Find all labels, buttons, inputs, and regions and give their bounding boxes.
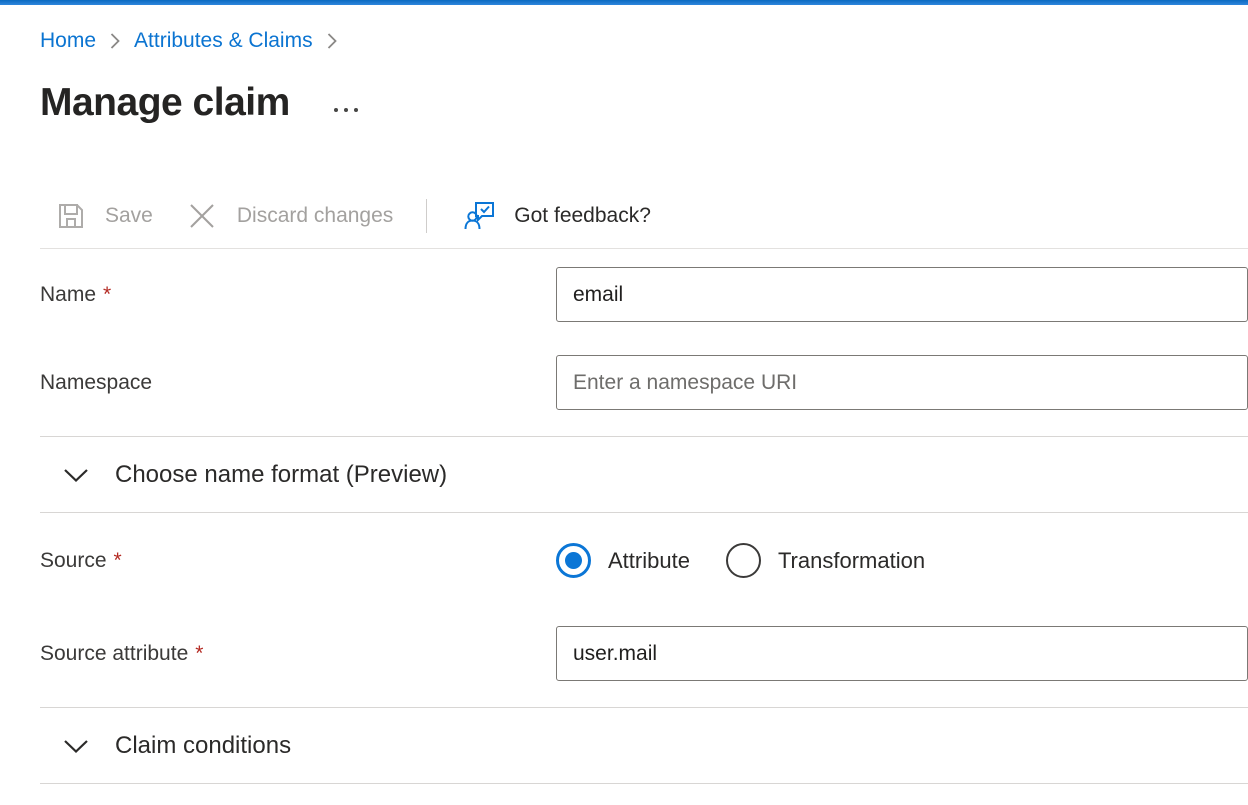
source-field-label: Source * [40,549,556,573]
save-button-label: Save [105,204,153,228]
save-button[interactable]: Save [55,200,153,232]
source-label-text: Source [40,549,107,572]
namespace-input[interactable] [556,355,1248,410]
required-asterisk: * [195,642,203,665]
more-options-ellipsis-icon[interactable] [330,104,362,116]
section-title: Claim conditions [115,732,291,760]
chevron-right-icon [109,31,121,51]
breadcrumb-home-link[interactable]: Home [40,29,96,53]
breadcrumb: Home Attributes & Claims [40,29,1248,53]
source-attribute-field-row: Source attribute * [40,626,1248,681]
got-feedback-button[interactable]: Got feedback? [464,200,651,232]
section-claim-conditions[interactable]: Claim conditions [40,707,1248,784]
got-feedback-label: Got feedback? [514,204,651,228]
title-row: Manage claim [40,79,1248,127]
toolbar-divider [40,248,1248,249]
manage-claim-blade: Home Attributes & Claims Manage claim Sa… [0,29,1248,784]
page-title: Manage claim [40,79,290,127]
breadcrumb-attributes-claims-link[interactable]: Attributes & Claims [134,29,313,53]
discard-changes-button[interactable]: Discard changes [187,201,393,231]
section-title: Choose name format (Preview) [115,461,447,489]
chevron-down-icon [62,737,90,755]
required-asterisk: * [114,549,122,572]
namespace-field-row: Namespace [40,355,1248,410]
namespace-field-label: Namespace [40,371,556,395]
name-label-text: Name [40,283,96,306]
radio-attribute[interactable]: Attribute [556,543,690,578]
source-attribute-field-label: Source attribute * [40,642,556,666]
name-field-label: Name * [40,283,556,307]
discard-x-icon [187,201,217,231]
name-field-row: Name * [40,267,1248,322]
source-radio-group: Attribute Transformation [556,543,925,578]
radio-selected-icon [556,543,591,578]
name-input[interactable] [556,267,1248,322]
radio-attribute-label: Attribute [608,548,690,574]
chevron-down-icon [62,466,90,484]
radio-transformation-label: Transformation [778,548,925,574]
save-icon [55,200,87,232]
feedback-person-icon [464,200,496,232]
toolbar-separator [426,199,427,233]
command-bar: Save Discard changes Got feedback? [40,193,1248,239]
discard-changes-label: Discard changes [237,204,393,228]
radio-transformation[interactable]: Transformation [726,543,925,578]
blade-top-accent [0,0,1248,5]
source-field-row: Source * Attribute Transformation [40,542,1248,579]
chevron-right-icon [326,31,338,51]
section-choose-name-format[interactable]: Choose name format (Preview) [40,436,1248,513]
source-attribute-input[interactable] [556,626,1248,681]
source-attribute-label-text: Source attribute [40,642,188,665]
required-asterisk: * [103,283,111,306]
radio-unselected-icon [726,543,761,578]
